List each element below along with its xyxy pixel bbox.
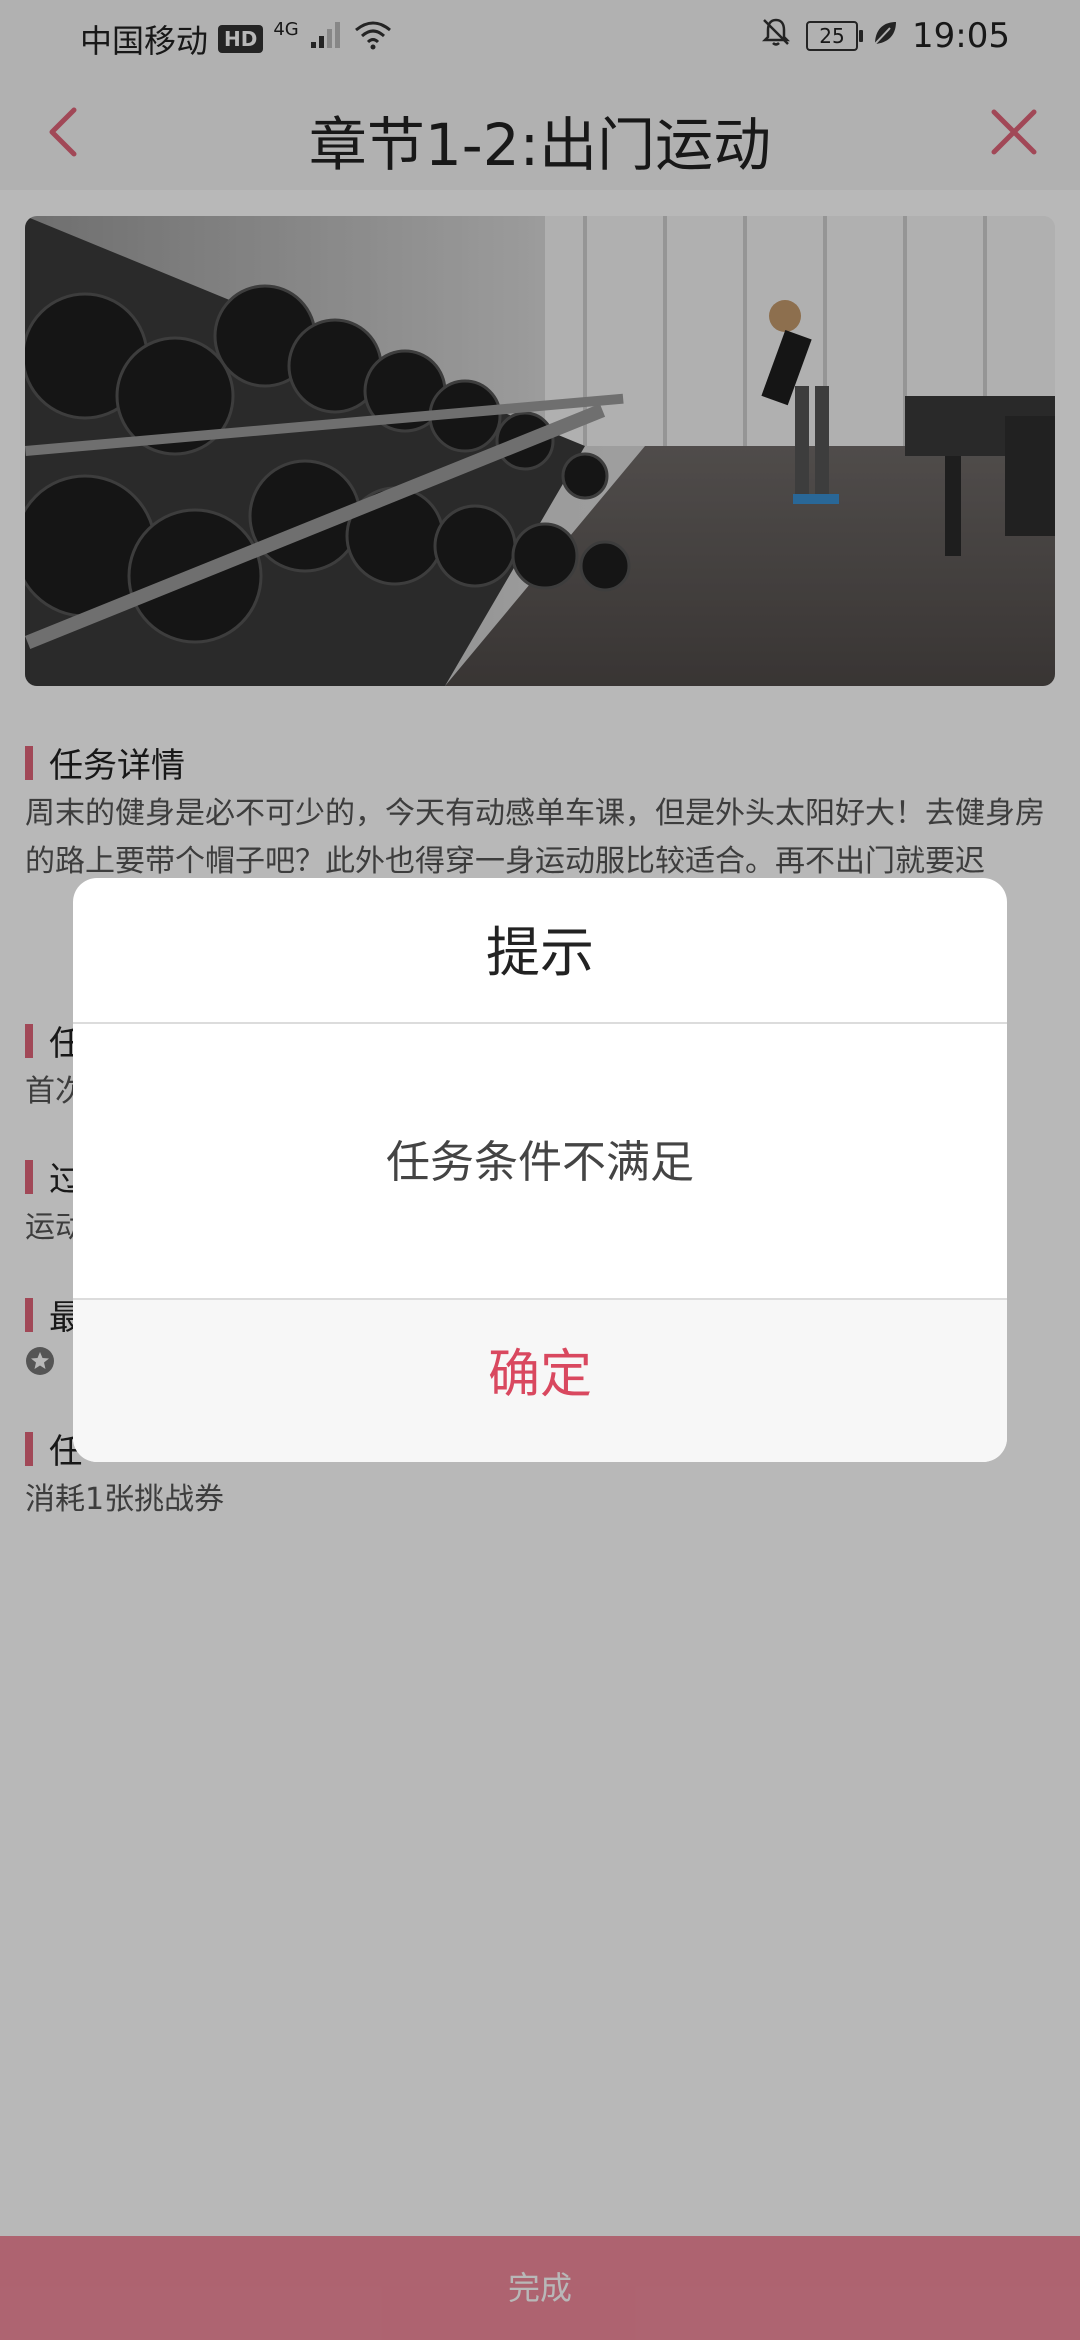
- alert-dialog: 提示 任务条件不满足 确定: [73, 878, 1007, 1462]
- dialog-title: 提示: [486, 921, 594, 984]
- dialog-footer: 确定: [73, 1300, 1007, 1462]
- screen: 中国移动 HD 4G 25 19:05 章节1-2:出门运动 任务详情 周末的健…: [0, 0, 1080, 2340]
- confirm-button[interactable]: 确定: [73, 1300, 1007, 1462]
- dialog-message: 任务条件不满足: [386, 1137, 694, 1188]
- divider: [73, 1022, 1007, 1024]
